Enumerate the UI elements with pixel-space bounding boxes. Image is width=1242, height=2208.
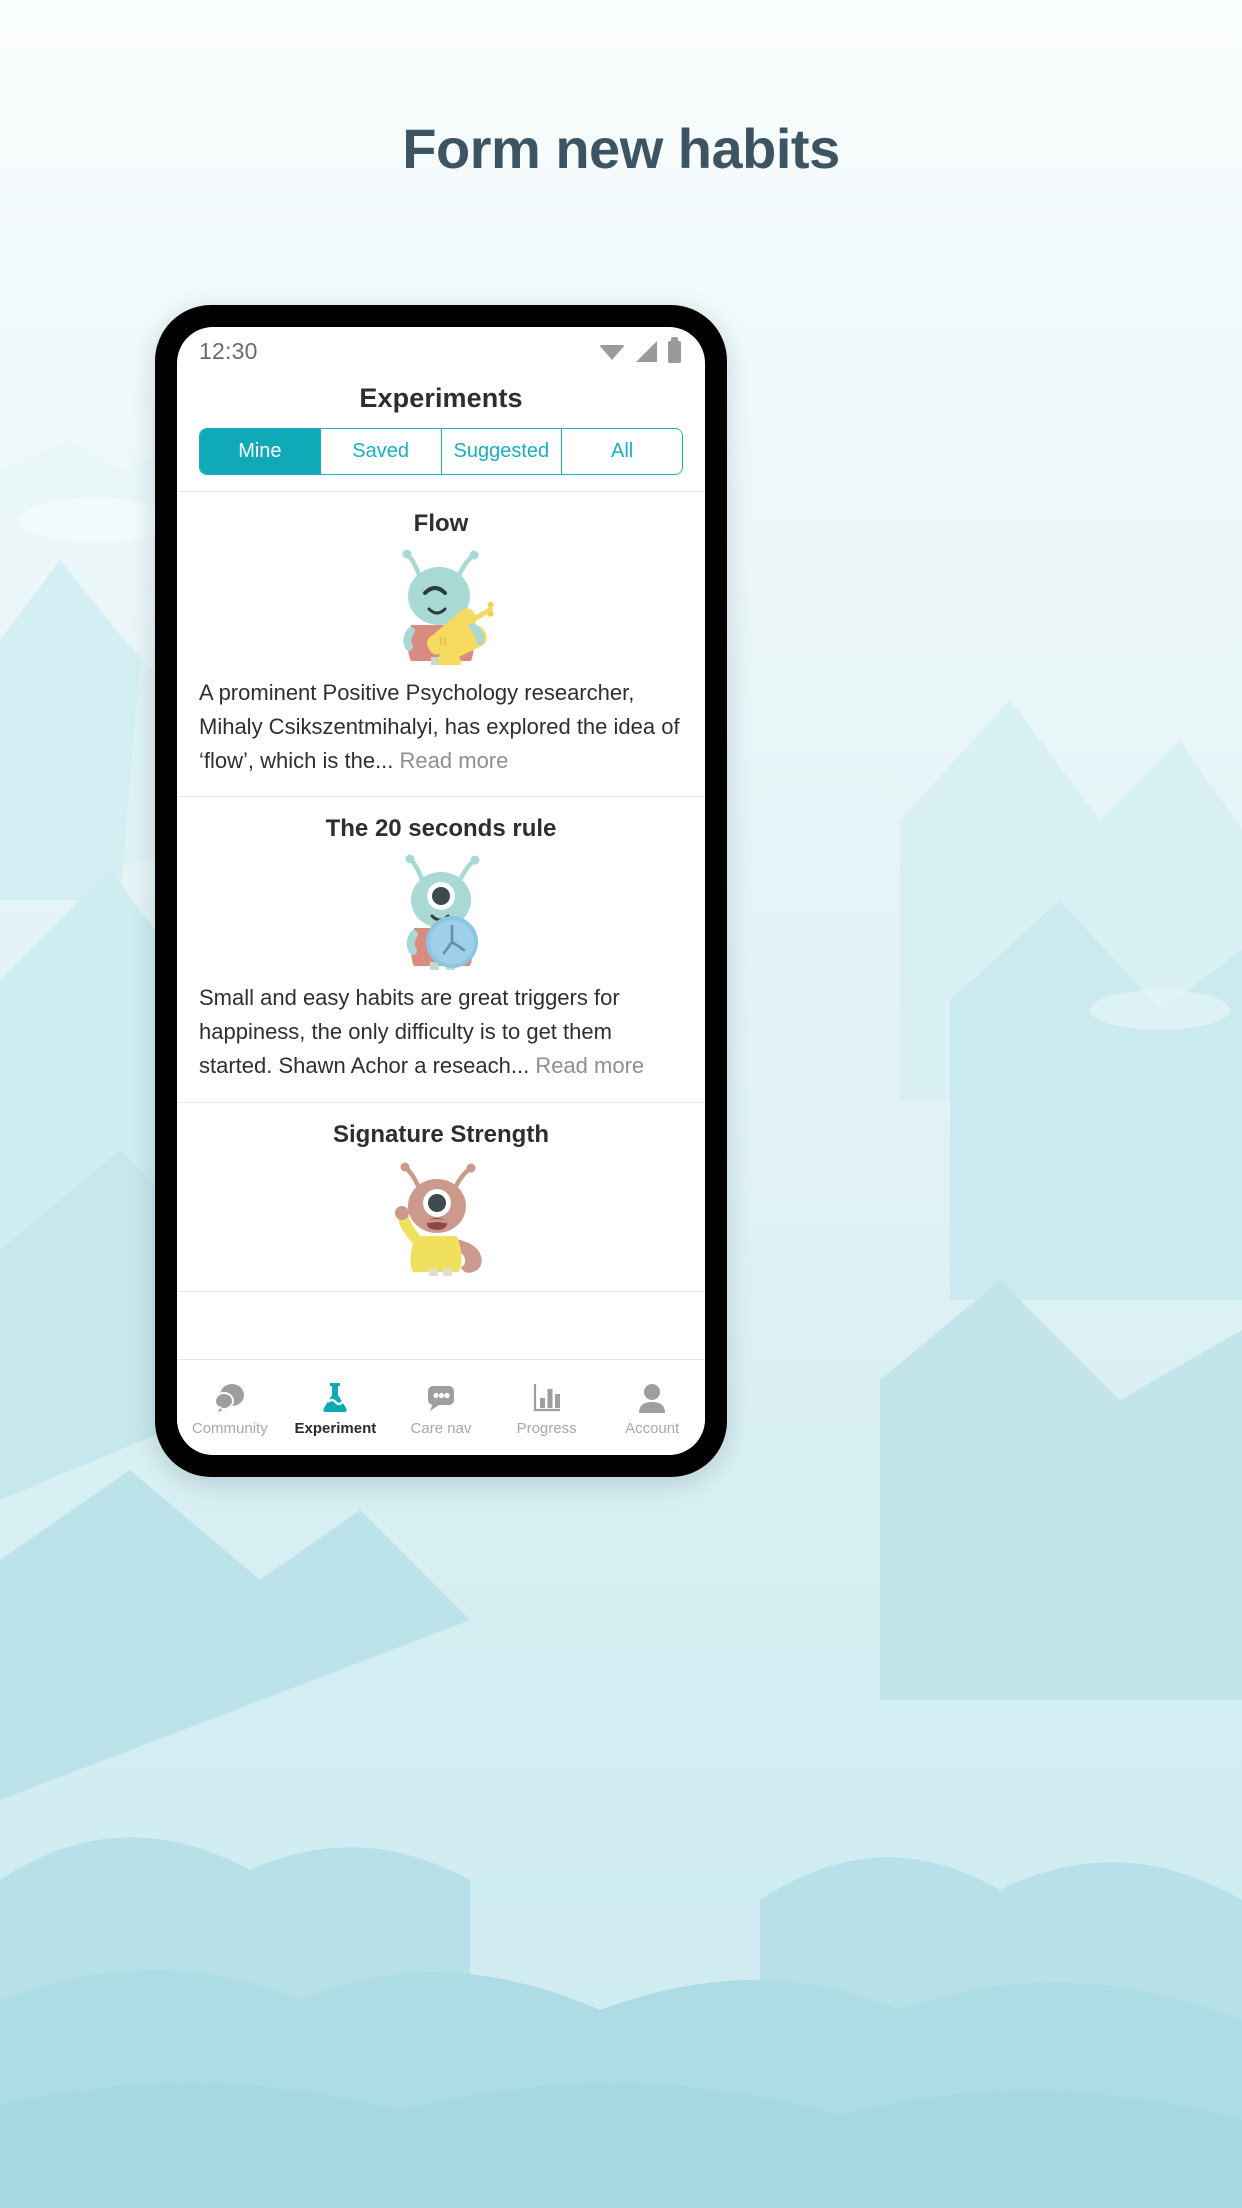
nav-item-community[interactable]: Community xyxy=(177,1379,283,1437)
chat-dots-icon xyxy=(425,1379,457,1413)
speech-bubbles-icon xyxy=(213,1379,247,1413)
yellow-creature-waving-icon xyxy=(395,1162,482,1276)
signal-icon xyxy=(636,341,657,362)
status-bar: 12:30 xyxy=(177,327,705,375)
bottom-navigation[interactable]: Community Experiment Care nav Progress A… xyxy=(177,1359,705,1455)
card-title: Signature Strength xyxy=(332,1120,549,1148)
read-more-link[interactable]: Read more xyxy=(400,748,509,773)
nav-label-community: Community xyxy=(191,1419,268,1437)
card-title: Flow xyxy=(413,510,469,537)
nav-label-account: Account xyxy=(625,1419,680,1437)
app-title: Experiments xyxy=(359,383,523,413)
app-header: Experiments xyxy=(177,375,705,428)
nav-item-care-nav[interactable]: Care nav xyxy=(388,1379,494,1437)
tab-suggested[interactable]: Suggested xyxy=(441,429,563,474)
page-title: Form new habits xyxy=(402,117,840,180)
card-title: The 20 seconds rule xyxy=(325,815,557,843)
card-illustration xyxy=(177,1159,705,1277)
list-item[interactable]: Flow A prominent Positive Psychology res… xyxy=(177,492,705,798)
wifi-icon xyxy=(599,344,625,360)
experiments-tab-bar[interactable]: Mine Saved Suggested All xyxy=(199,428,683,475)
card-body: Small and easy habits are great triggers… xyxy=(177,971,705,1087)
tab-all[interactable]: All xyxy=(562,429,682,474)
tabs-spacer xyxy=(177,475,705,491)
list-item[interactable]: The 20 seconds rule Small and easy habit… xyxy=(177,797,705,1103)
bar-chart-icon xyxy=(532,1379,562,1413)
experiments-list[interactable]: Flow A prominent Positive Psychology res… xyxy=(177,492,705,1359)
phone-screen: 12:30 Experiments Mine Saved Suggested A… xyxy=(177,327,705,1455)
status-icons xyxy=(599,336,681,363)
card-illustration xyxy=(177,548,705,666)
nav-label-progress: Progress xyxy=(516,1419,577,1437)
battery-icon xyxy=(668,336,681,363)
list-item[interactable]: Signature Strength xyxy=(177,1103,705,1292)
nav-item-progress[interactable]: Progress xyxy=(494,1379,600,1437)
status-time: 12:30 xyxy=(199,337,258,364)
alien-playing-violin-icon xyxy=(402,549,494,665)
nav-item-account[interactable]: Account xyxy=(599,1379,705,1437)
phone-mockup: 12:30 Experiments Mine Saved Suggested A… xyxy=(155,305,727,1477)
nav-label-experiment: Experiment xyxy=(294,1419,377,1437)
alien-holding-clock-icon xyxy=(405,854,480,971)
nav-label-care-nav: Care nav xyxy=(410,1419,472,1437)
card-illustration xyxy=(177,853,705,971)
promo-scene: Form new habits 12:30 Experiments Mine S… xyxy=(0,0,1242,2208)
read-more-link[interactable]: Read more xyxy=(535,1053,644,1078)
person-icon xyxy=(638,1379,666,1413)
card-body: A prominent Positive Psychology research… xyxy=(177,666,705,782)
tab-saved[interactable]: Saved xyxy=(320,429,442,474)
tab-mine[interactable]: Mine xyxy=(200,429,321,474)
nav-item-experiment[interactable]: Experiment xyxy=(283,1379,389,1437)
flask-icon xyxy=(320,1379,350,1413)
